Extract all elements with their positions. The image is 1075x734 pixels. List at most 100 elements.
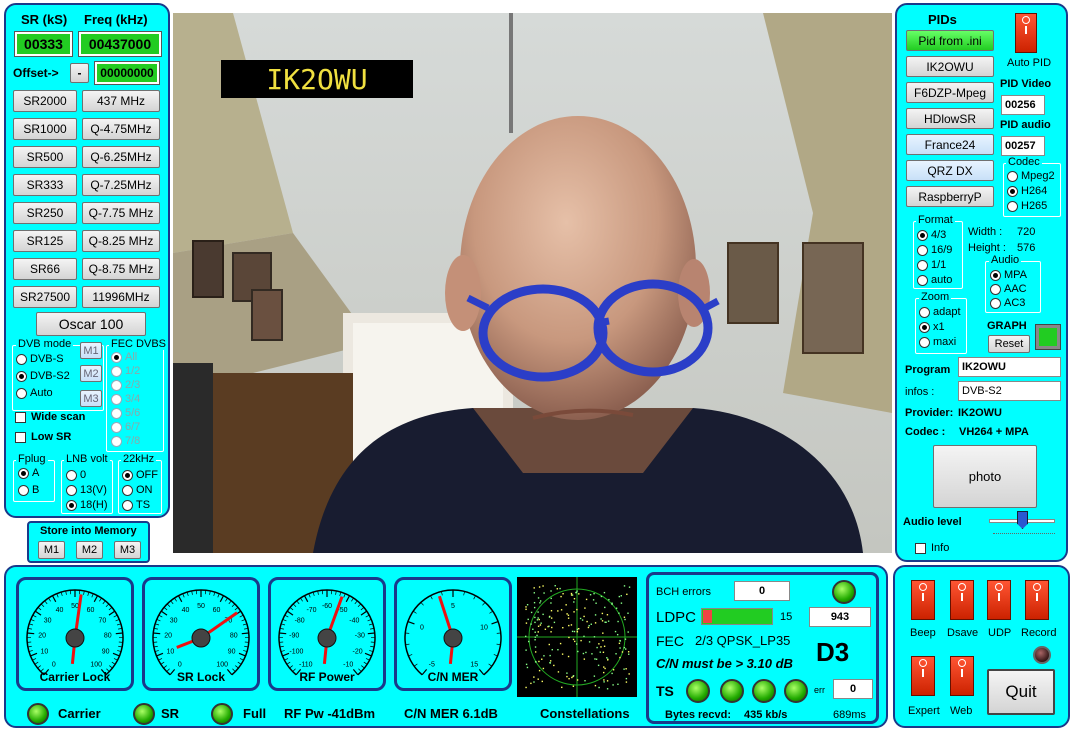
graph-indicator[interactable] — [1035, 324, 1061, 350]
photo-button[interactable]: photo — [933, 445, 1037, 508]
pid-video-label: PID Video — [1000, 78, 1052, 90]
fec-all-radio[interactable]: All — [111, 351, 137, 363]
cn-mer-label: C/N MER — [427, 670, 479, 684]
store-m1-button[interactable]: M1 — [38, 541, 65, 559]
udp-label: UDP — [988, 627, 1012, 639]
web-toggle[interactable] — [950, 656, 974, 696]
infos-field[interactable]: DVB-S2 — [958, 381, 1061, 401]
pid-france24-button[interactable]: France24 — [906, 134, 994, 155]
pid-raspberryp-button[interactable]: RaspberryP — [906, 186, 994, 207]
fplug-b-radio[interactable]: B — [18, 484, 39, 496]
quit-button[interactable]: Quit — [987, 669, 1055, 715]
err-field: 0 — [833, 679, 873, 699]
fec-1-2-radio[interactable]: 1/2 — [111, 365, 140, 377]
dvb-m1-button[interactable]: M1 — [80, 342, 102, 359]
fec-2-3-radio[interactable]: 2/3 — [111, 379, 140, 391]
pid-qrzdx-button[interactable]: QRZ DX — [906, 160, 994, 181]
audio-level-ticks — [993, 533, 1055, 537]
fec-6-7-radio[interactable]: 6/7 — [111, 421, 140, 433]
zoom-maxi-radio[interactable]: maxi — [919, 336, 956, 348]
audio-level-slider[interactable] — [1017, 511, 1028, 529]
dsave-toggle[interactable] — [950, 580, 974, 620]
pid-hdlowsr-button[interactable]: HDlowSR — [906, 108, 994, 129]
sr-button-125[interactable]: SR125 — [13, 230, 77, 252]
sr-display[interactable]: 00333 — [14, 31, 73, 57]
provider-value: IK2OWU — [958, 407, 1002, 419]
auto-pid-toggle[interactable] — [1015, 13, 1037, 53]
codec-h264-radio[interactable]: H264 — [1007, 185, 1047, 197]
sr-button-1000[interactable]: SR1000 — [13, 118, 77, 140]
sr-button-2000[interactable]: SR2000 — [13, 90, 77, 112]
freq-button-q775[interactable]: Q-7.75 MHz — [82, 202, 160, 224]
dvb-s-radio[interactable]: DVB-S — [16, 353, 64, 365]
codec-mpeg2-radio[interactable]: Mpeg2 — [1007, 170, 1055, 182]
store-m3-button[interactable]: M3 — [114, 541, 141, 559]
gauge-tick-label: -5 — [429, 661, 435, 668]
sr-button-250[interactable]: SR250 — [13, 202, 77, 224]
pid-ik2owu-button[interactable]: IK2OWU — [906, 56, 994, 77]
format-4-3-radio[interactable]: 4/3 — [917, 229, 946, 241]
fplug-a-radio[interactable]: A — [18, 467, 39, 479]
freq-button-q625[interactable]: Q-6.25MHz — [82, 146, 160, 168]
gauge-tick-label: -100 — [289, 648, 303, 655]
expert-toggle[interactable] — [911, 656, 935, 696]
format-title: Format — [916, 214, 955, 226]
audio-mpa-radio[interactable]: MPA — [990, 269, 1027, 281]
freq-display[interactable]: 00437000 — [78, 31, 162, 57]
store-m2-button[interactable]: M2 — [76, 541, 103, 559]
freq-button-q875[interactable]: Q-8.75 MHz — [82, 258, 160, 280]
info-checkbox[interactable]: Info — [915, 542, 949, 554]
oscar-100-button[interactable]: Oscar 100 — [36, 312, 146, 336]
format-16-9-radio[interactable]: 16/9 — [917, 244, 952, 256]
sr-button-500[interactable]: SR500 — [13, 146, 77, 168]
pid-from-ini-button[interactable]: Pid from .ini — [906, 30, 994, 51]
lnb-13v-radio[interactable]: 13(V) — [66, 484, 107, 496]
audio-ac3-radio[interactable]: AC3 — [990, 297, 1025, 309]
low-sr-checkbox[interactable]: Low SR — [15, 431, 71, 443]
offset-minus-button[interactable]: - — [70, 63, 89, 83]
freq-button-q725[interactable]: Q-7.25MHz — [82, 174, 160, 196]
beep-toggle[interactable] — [911, 580, 935, 620]
format-1-1-radio[interactable]: 1/1 — [917, 259, 946, 271]
gauge-hub — [317, 628, 337, 648]
graph-reset-button[interactable]: Reset — [988, 335, 1030, 353]
zoom-x1-radio[interactable]: x1 — [919, 321, 945, 333]
format-auto-radio[interactable]: auto — [917, 274, 952, 286]
program-field[interactable]: IK2OWU — [958, 357, 1061, 377]
store-memory-panel: Store into Memory M1 M2 M3 — [27, 521, 150, 563]
dvb-m2-button[interactable]: M2 — [80, 365, 102, 382]
dvb-auto-radio[interactable]: Auto — [16, 387, 53, 399]
codec-h265-radio[interactable]: H265 — [1007, 200, 1047, 212]
freq-button-11996[interactable]: 11996MHz — [82, 286, 160, 308]
dvb-s2-radio[interactable]: DVB-S2 — [16, 370, 70, 382]
record-toggle[interactable] — [1025, 580, 1049, 620]
offset-display[interactable]: 00000000 — [94, 61, 160, 85]
freq-button-q475[interactable]: Q-4.75MHz — [82, 118, 160, 140]
gauge-tick-label: 10 — [167, 648, 175, 655]
khz22-on-radio[interactable]: ON — [122, 484, 153, 496]
pid-video-field[interactable]: 00256 — [1001, 95, 1045, 115]
sr-button-333[interactable]: SR333 — [13, 174, 77, 196]
pid-f6dzp-button[interactable]: F6DZP-Mpeg — [906, 82, 994, 103]
beep-label: Beep — [910, 627, 936, 639]
wide-scan-checkbox[interactable]: Wide scan — [15, 411, 85, 423]
freq-button-q825[interactable]: Q-8.25 MHz — [82, 230, 160, 252]
dvb-m3-button[interactable]: M3 — [80, 390, 102, 407]
fec-3-4-radio[interactable]: 3/4 — [111, 393, 140, 405]
constellation-display — [517, 577, 637, 697]
freq-button-437[interactable]: 437 MHz — [82, 90, 160, 112]
fec-7-8-radio[interactable]: 7/8 — [111, 435, 140, 447]
khz22-off-radio[interactable]: OFF — [122, 469, 158, 481]
zoom-adapt-radio[interactable]: adapt — [919, 306, 961, 318]
sr-button-66[interactable]: SR66 — [13, 258, 77, 280]
audio-aac-radio[interactable]: AAC — [990, 283, 1027, 295]
record-led — [1033, 646, 1051, 664]
lnb-0-radio[interactable]: 0 — [66, 469, 86, 481]
pid-audio-field[interactable]: 00257 — [1001, 136, 1045, 156]
fec-5-6-radio[interactable]: 5/6 — [111, 407, 140, 419]
udp-toggle[interactable] — [987, 580, 1011, 620]
khz22-ts-radio[interactable]: TS — [122, 499, 150, 511]
lnb-18h-radio[interactable]: 18(H) — [66, 499, 108, 511]
sr-button-27500[interactable]: SR27500 — [13, 286, 77, 308]
lnb-volt-title: LNB volt — [64, 453, 110, 465]
